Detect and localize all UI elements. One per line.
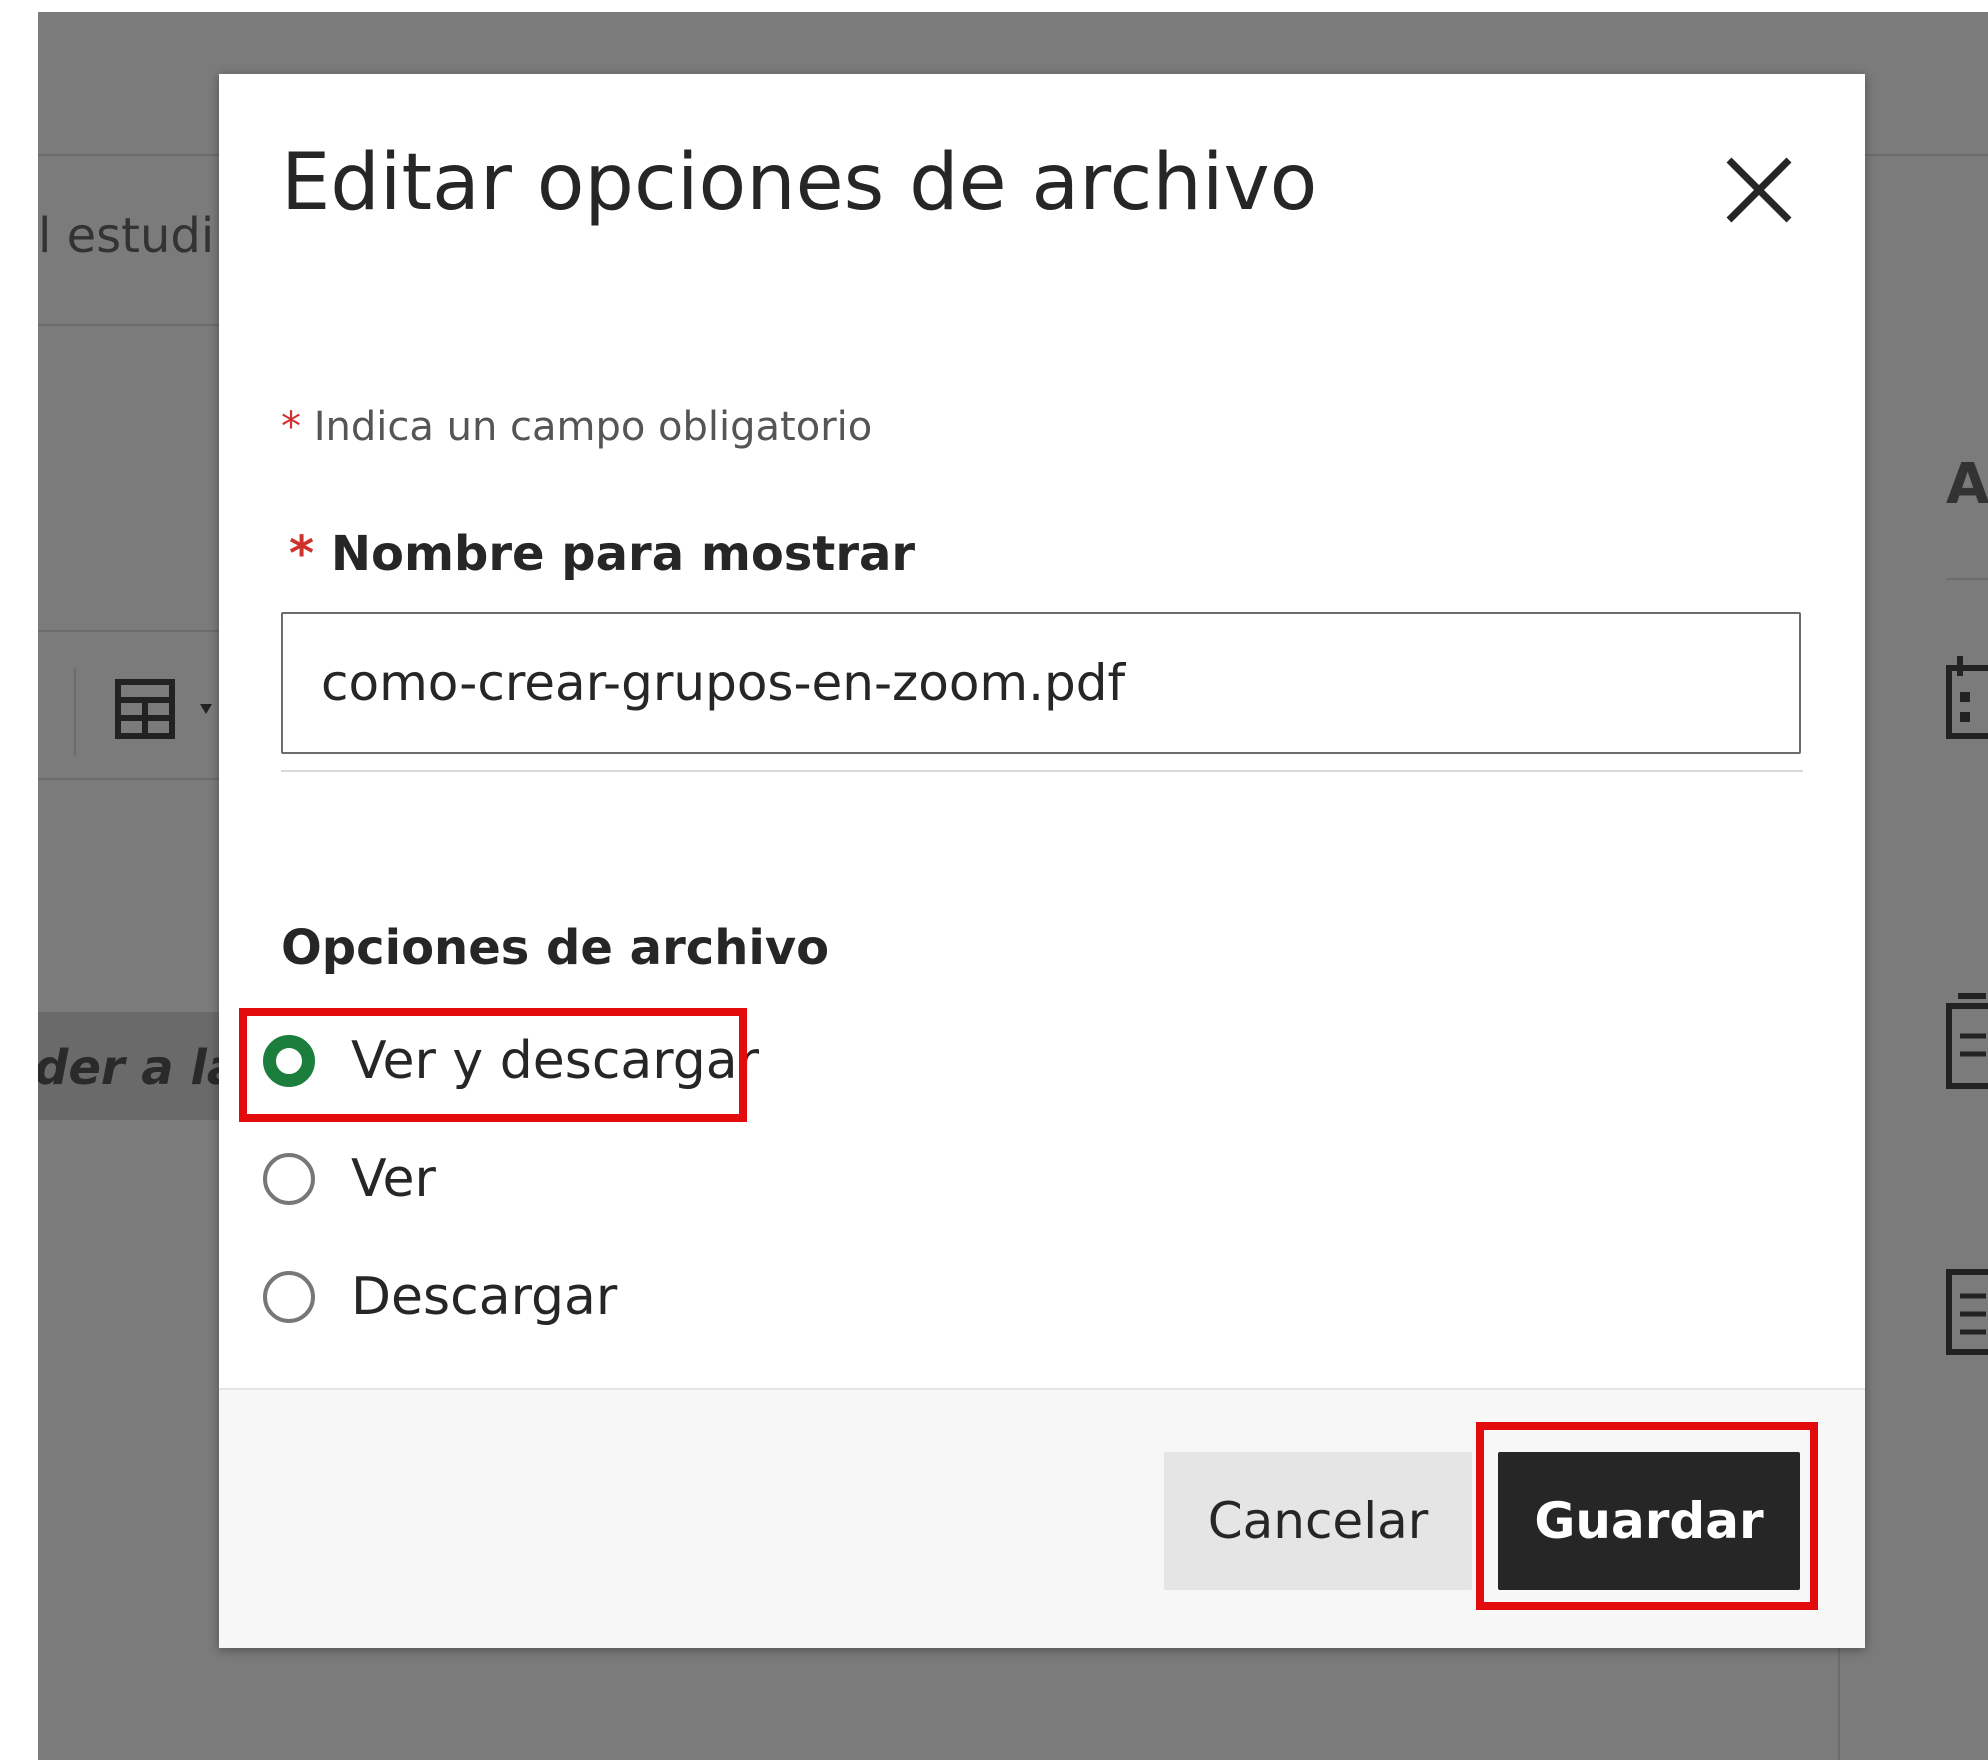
- dialog-title: Editar opciones de archivo: [281, 138, 1318, 228]
- section-divider: [281, 770, 1803, 772]
- close-button[interactable]: [1721, 152, 1797, 228]
- display-name-label: * Nombre para mostrar: [289, 526, 915, 582]
- radio-option-ver[interactable]: Ver: [263, 1134, 436, 1224]
- background-text-students: l estudi: [38, 208, 215, 264]
- background-divider: [38, 324, 228, 326]
- radio-label: Ver: [351, 1149, 436, 1209]
- chevron-down-icon: [200, 704, 212, 714]
- display-name-label-text: Nombre para mostrar: [330, 526, 916, 582]
- display-name-input[interactable]: [281, 612, 1801, 754]
- background-text-right: A: [1946, 452, 1988, 517]
- close-icon: [1726, 157, 1792, 223]
- background-toolbar-separator: [74, 668, 76, 756]
- required-star: *: [289, 526, 315, 582]
- radio-label: Descargar: [351, 1267, 618, 1327]
- background-text-italic: der a la: [38, 1040, 240, 1096]
- radio-unselected-icon[interactable]: [263, 1153, 315, 1205]
- required-star: *: [281, 404, 301, 450]
- required-note-text: Indica un campo obligatorio: [313, 404, 873, 450]
- table-icon: [115, 679, 175, 739]
- file-options-heading: Opciones de archivo: [281, 920, 830, 976]
- dialog-footer: Cancelar Guardar: [219, 1388, 1865, 1648]
- radio-option-ver-y-descargar[interactable]: Ver y descargar: [263, 1016, 759, 1106]
- background-column-border: [1838, 1642, 1840, 1760]
- calendar-icon: [1946, 656, 1988, 739]
- radio-unselected-icon[interactable]: [263, 1271, 315, 1323]
- save-button[interactable]: Guardar: [1498, 1452, 1800, 1590]
- required-field-note: * Indica un campo obligatorio: [281, 404, 872, 450]
- radio-label: Ver y descargar: [351, 1031, 760, 1091]
- edit-file-options-dialog: Editar opciones de archivo * Indica un c…: [219, 74, 1865, 1648]
- radio-selected-icon[interactable]: [263, 1035, 315, 1087]
- background-divider: [38, 778, 228, 780]
- background-divider: [1946, 578, 1988, 580]
- cancel-button[interactable]: Cancelar: [1164, 1452, 1472, 1590]
- document-icon: [1946, 1269, 1988, 1355]
- document-icon: [1946, 993, 1988, 1089]
- radio-option-descargar[interactable]: Descargar: [263, 1252, 617, 1342]
- background-divider: [38, 630, 228, 632]
